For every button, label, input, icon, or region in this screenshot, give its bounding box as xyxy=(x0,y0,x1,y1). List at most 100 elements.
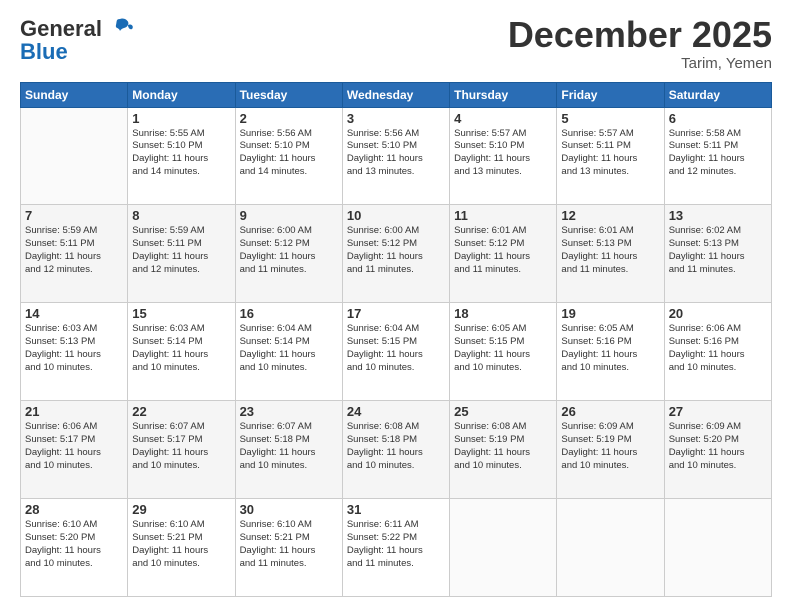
day-number: 25 xyxy=(454,404,552,419)
day-info: Sunrise: 6:03 AM Sunset: 5:14 PM Dayligh… xyxy=(132,323,230,374)
day-number: 12 xyxy=(561,208,659,223)
day-info: Sunrise: 5:56 AM Sunset: 5:10 PM Dayligh… xyxy=(240,128,338,179)
calendar-cell: 29Sunrise: 6:10 AM Sunset: 5:21 PM Dayli… xyxy=(128,499,235,597)
logo-bird-icon xyxy=(106,15,134,43)
day-number: 3 xyxy=(347,111,445,126)
calendar-cell: 16 Sunrise: 6:04 AM Sunset: 5:14 PM Dayli… xyxy=(235,303,342,401)
day-number: 14 xyxy=(25,306,123,321)
calendar-cell: 9 Sunrise: 6:00 AM Sunset: 5:12 PM Daylig… xyxy=(235,205,342,303)
day-number: 22 xyxy=(132,404,230,419)
month-title: December 2025 xyxy=(508,15,772,55)
calendar-header-row: SundayMondayTuesdayWednesdayThursdayFrid… xyxy=(21,82,772,107)
day-info: Sunrise: 6:02 AM Sunset: 5:13 PM Dayligh… xyxy=(669,225,767,276)
day-info: Sunrise: 5:57 AM Sunset: 5:10 PM Dayligh… xyxy=(454,128,552,179)
logo: General Blue xyxy=(20,15,134,65)
day-info: Sunrise: 6:07 AM Sunset: 5:18 PM Dayligh… xyxy=(240,421,338,472)
day-info: Sunrise: 6:11 AM Sunset: 5:22 PM Dayligh… xyxy=(347,519,445,570)
day-number: 15 xyxy=(132,306,230,321)
day-info: Sunrise: 6:09 AM Sunset: 5:19 PM Dayligh… xyxy=(561,421,659,472)
day-number: 31 xyxy=(347,502,445,517)
day-info: Sunrise: 6:10 AM Sunset: 5:21 PM Dayligh… xyxy=(240,519,338,570)
day-info: Sunrise: 6:01 AM Sunset: 5:12 PM Dayligh… xyxy=(454,225,552,276)
calendar-cell: 6Sunrise: 5:58 AM Sunset: 5:11 PM Daylig… xyxy=(664,107,771,205)
calendar-cell: 15 Sunrise: 6:03 AM Sunset: 5:14 PM Dayli… xyxy=(128,303,235,401)
day-info: Sunrise: 6:04 AM Sunset: 5:15 PM Dayligh… xyxy=(347,323,445,374)
day-number: 26 xyxy=(561,404,659,419)
day-number: 20 xyxy=(669,306,767,321)
day-number: 24 xyxy=(347,404,445,419)
header: General Blue December 2025 Tarim, Yemen xyxy=(20,15,772,72)
calendar-cell: 22 Sunrise: 6:07 AM Sunset: 5:17 PM Dayli… xyxy=(128,401,235,499)
calendar-cell xyxy=(664,499,771,597)
day-number: 1 xyxy=(132,111,230,126)
title-section: December 2025 Tarim, Yemen xyxy=(508,15,772,72)
day-info: Sunrise: 5:56 AM Sunset: 5:10 PM Dayligh… xyxy=(347,128,445,179)
day-info: Sunrise: 6:00 AM Sunset: 5:12 PM Dayligh… xyxy=(240,225,338,276)
day-info: Sunrise: 6:04 AM Sunset: 5:14 PM Dayligh… xyxy=(240,323,338,374)
day-info: Sunrise: 6:05 AM Sunset: 5:16 PM Dayligh… xyxy=(561,323,659,374)
day-number: 9 xyxy=(240,208,338,223)
logo-blue-text: Blue xyxy=(20,39,68,65)
day-info: Sunrise: 6:00 AM Sunset: 5:12 PM Dayligh… xyxy=(347,225,445,276)
calendar-cell: 24 Sunrise: 6:08 AM Sunset: 5:18 PM Dayli… xyxy=(342,401,449,499)
day-info: Sunrise: 5:57 AM Sunset: 5:11 PM Dayligh… xyxy=(561,128,659,179)
day-info: Sunrise: 5:59 AM Sunset: 5:11 PM Dayligh… xyxy=(25,225,123,276)
calendar-cell: 14Sunrise: 6:03 AM Sunset: 5:13 PM Dayli… xyxy=(21,303,128,401)
day-number: 27 xyxy=(669,404,767,419)
day-info: Sunrise: 6:10 AM Sunset: 5:20 PM Dayligh… xyxy=(25,519,123,570)
day-info: Sunrise: 6:06 AM Sunset: 5:16 PM Dayligh… xyxy=(669,323,767,374)
calendar-cell: 10 Sunrise: 6:00 AM Sunset: 5:12 PM Dayli… xyxy=(342,205,449,303)
day-number: 11 xyxy=(454,208,552,223)
day-number: 21 xyxy=(25,404,123,419)
day-number: 30 xyxy=(240,502,338,517)
calendar-cell: 19 Sunrise: 6:05 AM Sunset: 5:16 PM Dayli… xyxy=(557,303,664,401)
day-info: Sunrise: 6:08 AM Sunset: 5:19 PM Dayligh… xyxy=(454,421,552,472)
day-number: 4 xyxy=(454,111,552,126)
day-info: Sunrise: 6:08 AM Sunset: 5:18 PM Dayligh… xyxy=(347,421,445,472)
calendar-cell: 21 Sunrise: 6:06 AM Sunset: 5:17 PM Dayli… xyxy=(21,401,128,499)
calendar-cell: 12 Sunrise: 6:01 AM Sunset: 5:13 PM Dayli… xyxy=(557,205,664,303)
calendar-cell: 3 Sunrise: 5:56 AM Sunset: 5:10 PM Daylig… xyxy=(342,107,449,205)
day-number: 8 xyxy=(132,208,230,223)
day-info: Sunrise: 6:06 AM Sunset: 5:17 PM Dayligh… xyxy=(25,421,123,472)
calendar-cell xyxy=(21,107,128,205)
calendar-header-thursday: Thursday xyxy=(450,82,557,107)
calendar-week-row: 28 Sunrise: 6:10 AM Sunset: 5:20 PM Dayli… xyxy=(21,499,772,597)
calendar-week-row: 14Sunrise: 6:03 AM Sunset: 5:13 PM Dayli… xyxy=(21,303,772,401)
calendar-cell: 13 Sunrise: 6:02 AM Sunset: 5:13 PM Dayli… xyxy=(664,205,771,303)
calendar-cell: 7Sunrise: 5:59 AM Sunset: 5:11 PM Daylig… xyxy=(21,205,128,303)
calendar-header-saturday: Saturday xyxy=(664,82,771,107)
calendar-cell: 17 Sunrise: 6:04 AM Sunset: 5:15 PM Dayli… xyxy=(342,303,449,401)
day-info: Sunrise: 6:05 AM Sunset: 5:15 PM Dayligh… xyxy=(454,323,552,374)
day-number: 16 xyxy=(240,306,338,321)
day-number: 13 xyxy=(669,208,767,223)
calendar-cell xyxy=(450,499,557,597)
day-number: 17 xyxy=(347,306,445,321)
day-number: 23 xyxy=(240,404,338,419)
calendar-cell: 20 Sunrise: 6:06 AM Sunset: 5:16 PM Dayli… xyxy=(664,303,771,401)
calendar-cell: 5 Sunrise: 5:57 AM Sunset: 5:11 PM Daylig… xyxy=(557,107,664,205)
day-info: Sunrise: 6:07 AM Sunset: 5:17 PM Dayligh… xyxy=(132,421,230,472)
calendar-header-friday: Friday xyxy=(557,82,664,107)
calendar-table: SundayMondayTuesdayWednesdayThursdayFrid… xyxy=(20,82,772,597)
calendar-week-row: 7Sunrise: 5:59 AM Sunset: 5:11 PM Daylig… xyxy=(21,205,772,303)
day-number: 5 xyxy=(561,111,659,126)
day-info: Sunrise: 6:10 AM Sunset: 5:21 PM Dayligh… xyxy=(132,519,230,570)
calendar-header-tuesday: Tuesday xyxy=(235,82,342,107)
day-number: 2 xyxy=(240,111,338,126)
day-number: 19 xyxy=(561,306,659,321)
calendar-week-row: 1Sunrise: 5:55 AM Sunset: 5:10 PM Daylig… xyxy=(21,107,772,205)
day-number: 10 xyxy=(347,208,445,223)
calendar-cell: 4 Sunrise: 5:57 AM Sunset: 5:10 PM Daylig… xyxy=(450,107,557,205)
calendar-cell xyxy=(557,499,664,597)
calendar-cell: 30 Sunrise: 6:10 AM Sunset: 5:21 PM Dayli… xyxy=(235,499,342,597)
calendar-week-row: 21 Sunrise: 6:06 AM Sunset: 5:17 PM Dayli… xyxy=(21,401,772,499)
calendar-cell: 11 Sunrise: 6:01 AM Sunset: 5:12 PM Dayli… xyxy=(450,205,557,303)
day-number: 28 xyxy=(25,502,123,517)
day-info: Sunrise: 6:01 AM Sunset: 5:13 PM Dayligh… xyxy=(561,225,659,276)
calendar-cell: 18 Sunrise: 6:05 AM Sunset: 5:15 PM Dayli… xyxy=(450,303,557,401)
day-number: 18 xyxy=(454,306,552,321)
day-info: Sunrise: 6:09 AM Sunset: 5:20 PM Dayligh… xyxy=(669,421,767,472)
calendar-header-sunday: Sunday xyxy=(21,82,128,107)
calendar-cell: 27 Sunrise: 6:09 AM Sunset: 5:20 PM Dayli… xyxy=(664,401,771,499)
